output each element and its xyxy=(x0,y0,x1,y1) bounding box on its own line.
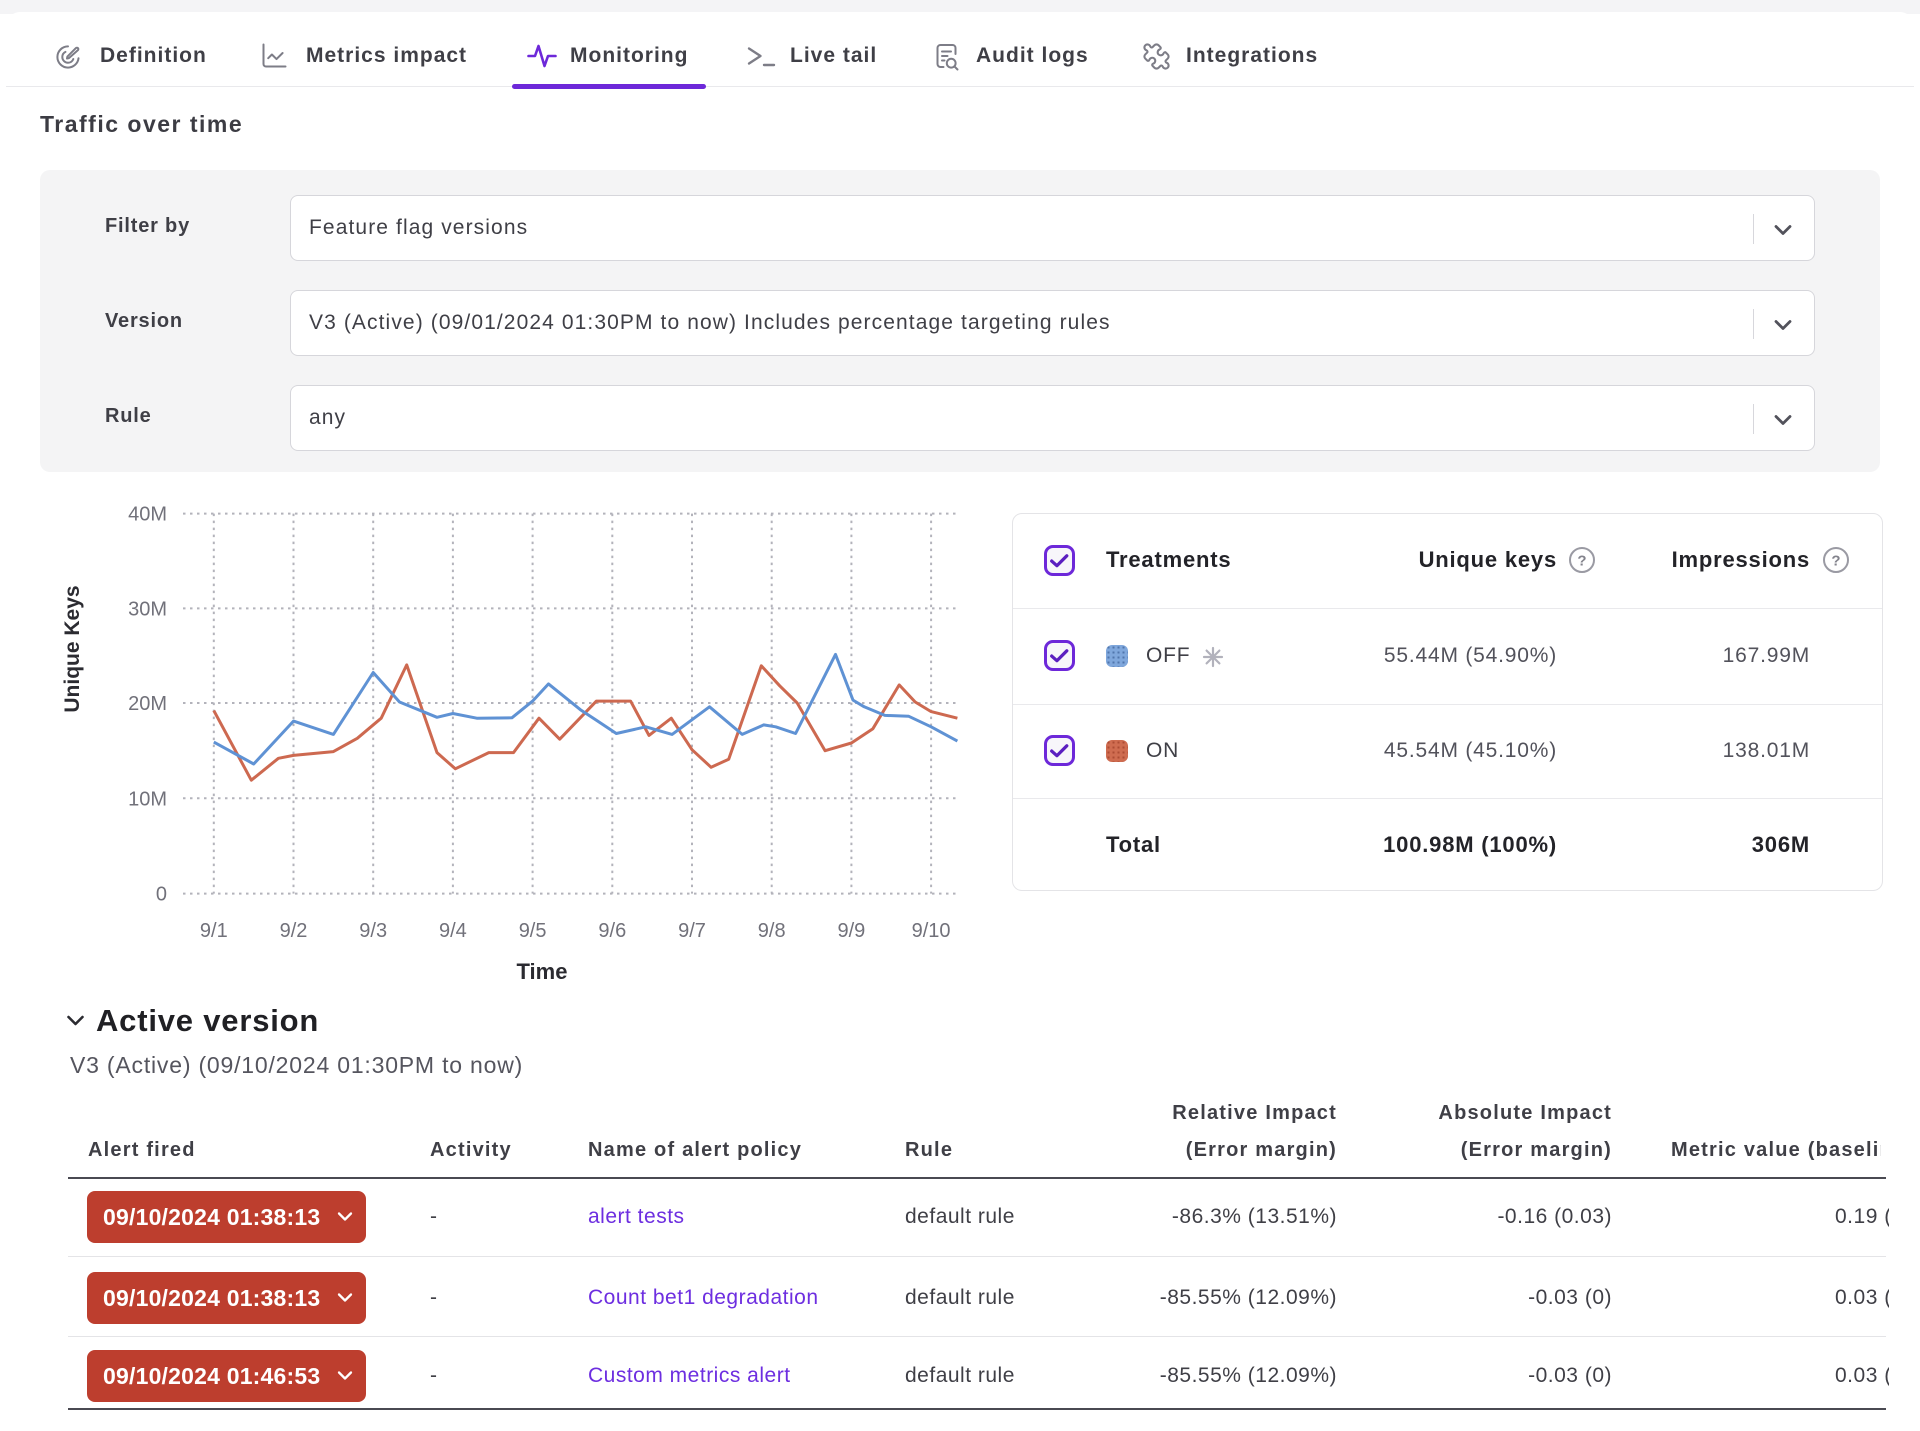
svg-text:9/5: 9/5 xyxy=(519,920,547,942)
svg-text:9/9: 9/9 xyxy=(837,920,865,942)
svg-text:40M: 40M xyxy=(128,504,167,526)
svg-text:9/2: 9/2 xyxy=(280,920,308,942)
svg-text:9/6: 9/6 xyxy=(598,920,626,942)
svg-text:Unique Keys: Unique Keys xyxy=(61,585,84,712)
svg-text:9/8: 9/8 xyxy=(758,920,786,942)
svg-text:?: ? xyxy=(1831,553,1840,570)
svg-text:9/7: 9/7 xyxy=(678,920,706,942)
svg-text:9/3: 9/3 xyxy=(359,920,387,942)
svg-text:9/10: 9/10 xyxy=(912,920,951,942)
svg-text:0: 0 xyxy=(156,884,167,906)
svg-text:30M: 30M xyxy=(128,598,167,620)
svg-text:Time: Time xyxy=(517,959,568,984)
svg-text:10M: 10M xyxy=(128,788,167,810)
svg-text:9/1: 9/1 xyxy=(200,920,228,942)
svg-text:20M: 20M xyxy=(128,693,167,715)
svg-text:9/4: 9/4 xyxy=(439,920,467,942)
